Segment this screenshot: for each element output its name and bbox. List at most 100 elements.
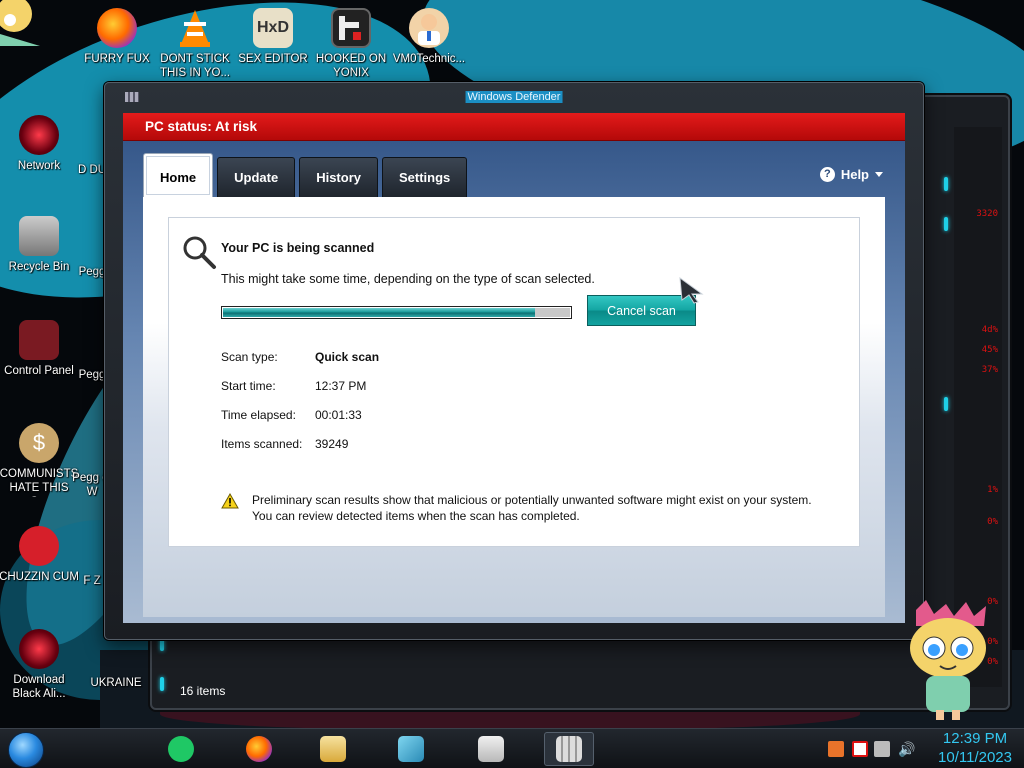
desktop-icon-communists[interactable]: $ COMMUNISTS HATE THIS G... <box>0 423 79 497</box>
taskbar: 🔊 12:39 PM 10/11/2023 <box>0 728 1024 768</box>
hxd-icon: HxD <box>253 8 293 48</box>
desktop-icon-label: SEX EDITOR <box>238 53 308 65</box>
home-panel: Your PC is being scanned This might take… <box>143 197 885 617</box>
desktop-icon-label: Download Black Ali... <box>12 674 66 700</box>
help-icon: ? <box>819 167 835 182</box>
mouse-cursor-icon <box>679 276 704 304</box>
defender-icon <box>556 736 582 762</box>
firefox-icon <box>97 8 137 48</box>
start-time-row: Start time: 12:37 PM <box>221 379 366 393</box>
clock-date: 10/11/2023 <box>938 749 1012 766</box>
pencil-app-icon <box>398 736 424 762</box>
desktop-icon-label: Network <box>17 160 61 172</box>
tray-app-icon[interactable] <box>828 741 844 757</box>
desktop-icon-sex-editor[interactable]: HxD SEX EDITOR <box>233 8 313 66</box>
desktop-icon-recycle-bin[interactable]: Recycle Bin <box>0 216 79 274</box>
meter-value: 4d% <box>981 325 998 335</box>
help-menu[interactable]: ? Help <box>819 167 883 182</box>
desktop-icon-label: VM0Technic... <box>392 53 466 65</box>
meter-value: 37% <box>981 365 998 375</box>
desktop-icon-label: Control Panel <box>4 365 74 377</box>
defender-client-area: PC status: At risk Home Update History S… <box>123 113 905 623</box>
network-status-icon[interactable] <box>874 741 890 757</box>
help-label: Help <box>840 167 869 182</box>
tab-settings[interactable]: Settings <box>381 157 468 197</box>
scan-type-value: Quick scan <box>315 350 380 364</box>
chevron-down-icon <box>875 172 883 177</box>
desktop-icon-chuzzin[interactable]: CHUZZIN CUM <box>0 526 79 584</box>
desktop-icon-ukraine[interactable]: UKRAINE <box>76 676 156 690</box>
tab-home[interactable]: Home <box>143 153 214 197</box>
scan-progress-bar <box>221 306 572 319</box>
chuzzle-icon <box>19 526 59 566</box>
game-icon <box>331 8 371 48</box>
window-title: Windows Defender <box>465 91 563 103</box>
info-label: Start time: <box>221 379 276 393</box>
scan-subtext: This might take some time, depending on … <box>221 272 595 286</box>
explorer-icon <box>320 736 346 762</box>
tab-history[interactable]: History <box>299 157 378 197</box>
scan-warning: Preliminary scan results show that malic… <box>221 493 841 524</box>
clock[interactable]: 12:39 PM 10/11/2023 <box>938 729 1012 767</box>
items-scanned-value: 39249 <box>315 437 349 451</box>
taskbar-notes-button[interactable] <box>156 732 206 766</box>
warning-line-2: You can review detected items when the s… <box>252 508 580 523</box>
warning-line-1: Preliminary scan results show that malic… <box>252 493 812 507</box>
desktop-icon-label: UKRAINE <box>90 677 142 689</box>
start-button[interactable] <box>8 732 44 768</box>
taskbar-explorer-button[interactable] <box>308 732 358 766</box>
desktop-icon-label: FURRY FUX <box>84 53 150 65</box>
info-label: Items scanned: <box>221 437 303 451</box>
scan-type-row: Scan type: Quick scan <box>221 350 379 364</box>
title-bar[interactable]: Windows Defender <box>105 83 923 111</box>
clock-time: 12:39 PM <box>942 730 1008 747</box>
vlc-icon <box>175 8 215 48</box>
cartoon-sticker-icon <box>910 600 986 720</box>
tab-bar: Home Update History Settings <box>143 153 468 197</box>
time-elapsed-value: 00:01:33 <box>315 408 362 422</box>
time-elapsed-row: Time elapsed: 00:01:33 <box>221 408 362 422</box>
printer-icon <box>478 736 504 762</box>
desktop-icon-label: CHUZZIN CUM <box>0 571 79 583</box>
meter-value: 45% <box>981 345 998 355</box>
cartoon-sticker-icon <box>0 0 40 46</box>
desktop-icon-label: Recycle Bin <box>8 261 70 273</box>
progress-fill <box>223 308 536 317</box>
desktop-icon-download-black[interactable]: Download Black Ali... <box>0 629 79 701</box>
desktop-icon-vm0technic[interactable]: VM0Technic... <box>389 8 469 66</box>
windows-defender-window[interactable]: Windows Defender PC status: At risk Home… <box>104 82 924 640</box>
info-label: Time elapsed: <box>221 408 296 422</box>
firefox-icon <box>246 736 272 762</box>
desktop-icon-furry-fux[interactable]: FURRY FUX <box>77 8 157 66</box>
desktop-icon-control-panel[interactable]: Control Panel <box>0 320 79 378</box>
scan-heading: Your PC is being scanned <box>221 241 375 255</box>
tab-update[interactable]: Update <box>217 157 296 197</box>
volume-icon[interactable]: 🔊 <box>898 741 915 757</box>
magnifier-icon <box>183 236 216 269</box>
window-menu-icon[interactable] <box>125 92 139 102</box>
taskbar-defender-button[interactable] <box>544 732 594 766</box>
explorer-status-text: 16 items <box>180 684 226 698</box>
scan-status-card: Your PC is being scanned This might take… <box>168 217 860 547</box>
desktop-icon-network[interactable]: Network <box>0 115 79 173</box>
control-panel-icon <box>19 320 59 360</box>
network-icon <box>19 115 59 155</box>
warning-icon <box>221 493 239 509</box>
desktop-icon-dont-stick[interactable]: DONT STICK THIS IN YO... <box>155 8 235 80</box>
items-scanned-row: Items scanned: 39249 <box>221 437 348 451</box>
taskbar-firefox-button[interactable] <box>234 732 284 766</box>
desktop-icon-label: COMMUNISTS HATE THIS G... <box>0 468 79 497</box>
start-time-value: 12:37 PM <box>315 379 367 393</box>
taskbar-printer-button[interactable] <box>466 732 516 766</box>
meter-value: 3320 <box>976 209 998 219</box>
desktop-icon-hooked-on-yonix[interactable]: HOOKED ON YONIX <box>311 8 391 80</box>
money-bag-icon: $ <box>19 423 59 463</box>
notes-icon <box>168 736 194 762</box>
taskbar-pencil-app-button[interactable] <box>386 732 436 766</box>
meter-value: 0% <box>987 517 998 527</box>
info-label: Scan type: <box>221 350 278 364</box>
action-center-flag-icon[interactable] <box>852 741 868 757</box>
meter-value: 1% <box>987 485 998 495</box>
desktop-icon-label: HOOKED ON YONIX <box>315 53 387 79</box>
desktop-icon-label: DONT STICK THIS IN YO... <box>159 53 231 79</box>
